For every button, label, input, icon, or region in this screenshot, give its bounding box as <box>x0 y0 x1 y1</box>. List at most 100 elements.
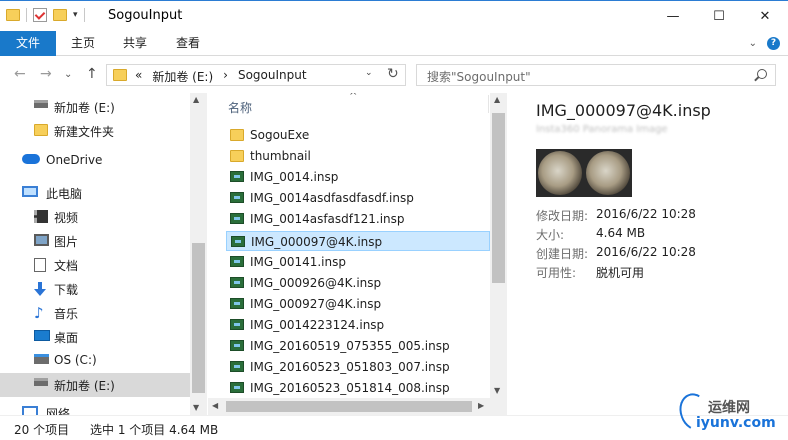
up-button[interactable]: ↑ <box>86 66 98 82</box>
folder-icon <box>113 69 127 81</box>
window-title: SogouInput <box>108 8 183 23</box>
nav-item-label: 网络 <box>46 407 71 415</box>
list-item[interactable]: IMG_000926@4K.insp 2 <box>226 273 502 293</box>
nav-item-label: 桌面 <box>54 331 79 345</box>
help-icon[interactable]: ? <box>767 37 780 50</box>
item-count: 20 个项目 <box>14 423 70 437</box>
column-header-name[interactable]: 名称 <box>228 99 252 116</box>
scroll-down-icon[interactable]: ▼ <box>193 403 199 412</box>
tab-file[interactable]: 文件 <box>0 31 56 56</box>
nav-item-label: 图片 <box>54 235 79 249</box>
nav-item-label: 此电脑 <box>46 187 83 201</box>
insp-file-icon <box>230 171 244 182</box>
nav-item-videos[interactable]: 视频 <box>0 205 190 229</box>
column-divider[interactable] <box>488 95 489 113</box>
nav-scrollbar[interactable]: ▲ ▼ <box>190 93 207 415</box>
fisheye-lens-left <box>538 151 582 195</box>
address-dropdown-icon[interactable]: ⌄ <box>365 68 373 78</box>
documents-icon <box>34 258 46 272</box>
search-icon[interactable] <box>757 69 767 79</box>
nav-item-music[interactable]: ♪ 音乐 <box>0 301 190 325</box>
list-item[interactable]: SogouExe 2 <box>226 125 502 145</box>
watermark-text-cn: 运维网 <box>708 400 750 416</box>
properties-icon[interactable] <box>33 8 47 22</box>
scroll-down-icon[interactable]: ▼ <box>494 386 500 395</box>
nav-item-drive-e[interactable]: 新加卷 (E:) <box>0 95 190 119</box>
onedrive-icon <box>22 154 40 164</box>
expand-ribbon-icon[interactable]: ⌄ <box>749 38 757 49</box>
file-list-horizontal-scrollbar[interactable]: ◀ ▶ <box>208 398 490 415</box>
back-button[interactable]: ← <box>14 66 26 82</box>
refresh-icon[interactable]: ↻ <box>387 66 399 82</box>
selection-info: 选中 1 个项目 4.64 MB <box>90 423 219 437</box>
insp-file-icon <box>230 298 244 309</box>
list-item[interactable]: IMG_20160523_051814_008.insp 2 <box>226 378 502 398</box>
nav-item-this-pc[interactable]: 此电脑 <box>0 181 190 205</box>
breadcrumb-sogouinput[interactable]: SogouInput <box>238 68 307 85</box>
folder-icon <box>6 9 20 21</box>
nav-item-os-c[interactable]: OS (C:) <box>0 349 190 373</box>
nav-item-downloads[interactable]: 下载 <box>0 277 190 301</box>
tab-share[interactable]: 共享 <box>112 31 158 56</box>
file-name: SogouExe <box>250 128 310 142</box>
breadcrumb-overflow[interactable]: « <box>135 68 142 85</box>
customize-toolbar-dropdown-icon[interactable]: ▾ <box>73 10 78 20</box>
list-item[interactable]: IMG_0014.insp 2 <box>226 167 502 187</box>
close-button[interactable]: ✕ <box>742 1 788 31</box>
new-folder-icon[interactable] <box>53 9 67 21</box>
prop-label-created: 创建日期: <box>536 247 589 261</box>
maximize-button[interactable]: ☐ <box>696 1 742 31</box>
forward-button[interactable]: → <box>40 66 52 82</box>
ribbon-tabs: 文件 主页 共享 查看 ⌄ ? <box>0 31 788 56</box>
recent-locations-dropdown[interactable]: ⌄ <box>64 69 72 80</box>
nav-item-documents[interactable]: 文档 <box>0 253 190 277</box>
nav-item-label: 新加卷 (E:) <box>54 101 115 115</box>
tab-home[interactable]: 主页 <box>60 31 106 56</box>
list-item[interactable]: IMG_20160523_051803_007.insp 2 <box>226 357 502 377</box>
nav-item-label: 视频 <box>54 211 79 225</box>
file-name: IMG_0014223124.insp <box>250 318 385 332</box>
scroll-up-icon[interactable]: ▲ <box>494 95 500 104</box>
horizontal-scroll-thumb[interactable] <box>226 401 472 412</box>
list-item-selected[interactable]: IMG_000097@4K.insp 2 <box>226 231 503 251</box>
folder-icon <box>230 129 244 141</box>
search-input[interactable]: 搜索"SogouInput" <box>416 64 776 86</box>
file-list-vertical-scrollbar[interactable]: ▲ ▼ <box>490 93 507 415</box>
navigation-pane: 新加卷 (E:) 新建文件夹 OneDrive 此电脑 视频 图片 文档 下载 … <box>0 93 208 415</box>
scroll-up-icon[interactable]: ▲ <box>193 95 199 104</box>
network-icon <box>22 406 38 415</box>
nav-item-desktop[interactable]: 桌面 <box>0 325 190 349</box>
nav-item-onedrive[interactable]: OneDrive <box>0 149 190 173</box>
breadcrumb-drive[interactable]: 新加卷 (E:) <box>152 68 213 85</box>
list-item[interactable]: IMG_000927@4K.insp 2 <box>226 294 502 314</box>
scroll-left-icon[interactable]: ◀ <box>212 401 218 410</box>
scroll-right-icon[interactable]: ▶ <box>478 401 484 410</box>
nav-item-new-folder[interactable]: 新建文件夹 <box>0 119 190 143</box>
file-list-scroll-thumb[interactable] <box>492 113 505 283</box>
status-bar: 20 个项目 选中 1 个项目 4.64 MB <box>0 415 788 440</box>
insp-file-icon <box>230 256 244 267</box>
list-item[interactable]: IMG_00141.insp 2 <box>226 252 502 272</box>
pictures-icon <box>34 234 49 246</box>
list-item[interactable]: IMG_0014asdfasdfasdf.insp 2 <box>226 188 502 208</box>
insp-file-icon <box>230 192 244 203</box>
folder-icon <box>230 150 244 162</box>
nav-item-network[interactable]: 网络 <box>0 401 190 415</box>
nav-item-drive-e-selected[interactable]: 新加卷 (E:) <box>0 373 190 397</box>
file-name: IMG_0014asfasdf121.insp <box>250 212 405 226</box>
minimize-button[interactable]: — <box>650 1 696 31</box>
file-name: IMG_000097@4K.insp <box>251 235 383 249</box>
list-item[interactable]: IMG_20160519_075355_005.insp 2 <box>226 336 502 356</box>
list-item[interactable]: thumbnail 2 <box>226 146 502 166</box>
list-item[interactable]: IMG_0014223124.insp 2 <box>226 315 502 335</box>
breadcrumb-separator[interactable]: › <box>223 68 228 85</box>
nav-item-pictures[interactable]: 图片 <box>0 229 190 253</box>
address-bar[interactable]: « 新加卷 (E:) › SogouInput ⌄ ↻ <box>106 64 406 86</box>
details-pane: IMG_000097@4K.insp Insta360 Panorama Ima… <box>510 93 788 415</box>
list-item[interactable]: IMG_0014asfasdf121.insp 2 <box>226 209 502 229</box>
nav-scroll-thumb[interactable] <box>192 243 205 393</box>
watermark-logo: 运维网 iyunv.com <box>674 389 786 439</box>
insp-file-icon <box>230 319 244 330</box>
tab-view[interactable]: 查看 <box>165 31 211 56</box>
insp-file-icon <box>230 340 244 351</box>
